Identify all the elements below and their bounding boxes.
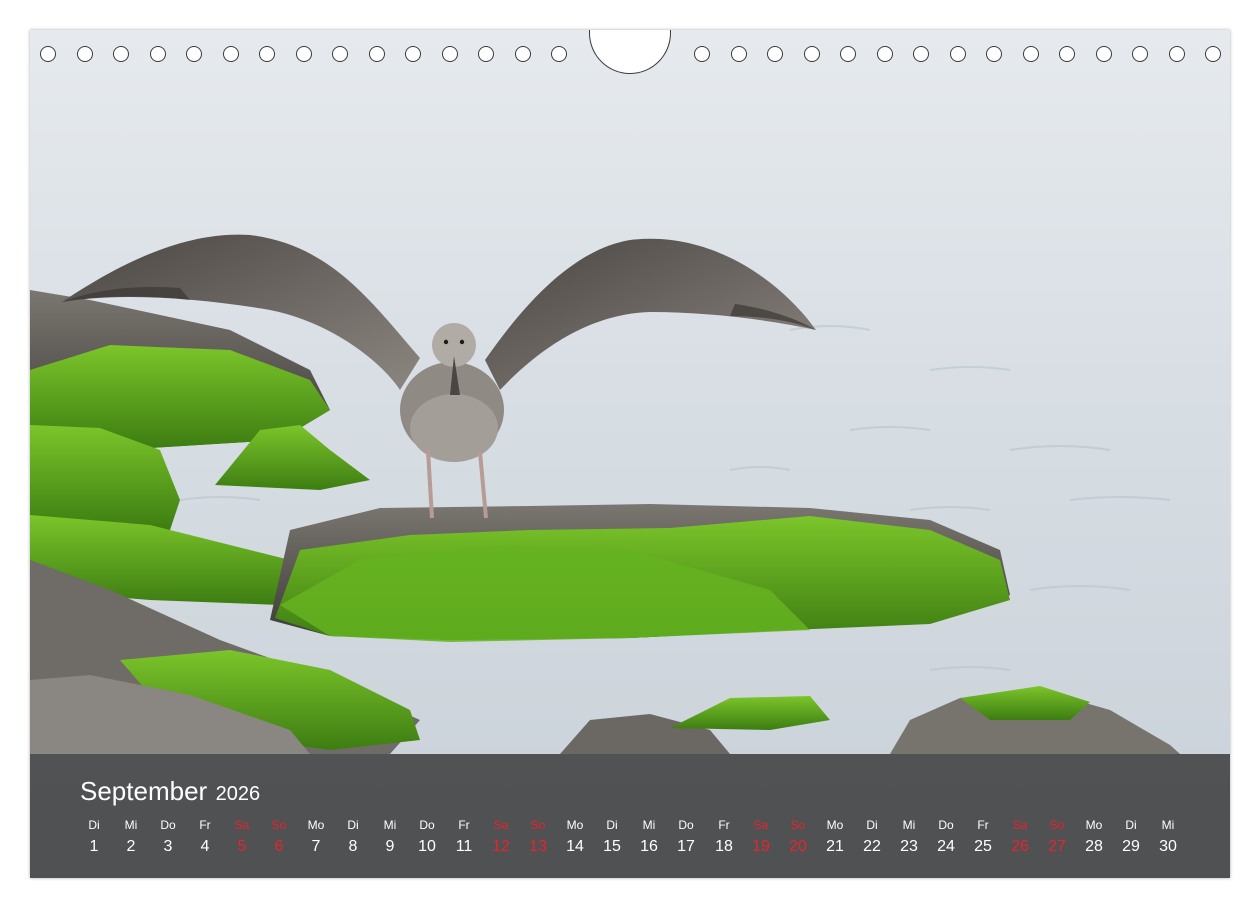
day-number: 20 <box>789 838 807 855</box>
day-number: 29 <box>1122 838 1140 855</box>
day-number: 9 <box>385 838 395 855</box>
day-number: 19 <box>752 838 770 855</box>
day-number: 30 <box>1159 838 1177 855</box>
day-number: 26 <box>1011 838 1029 855</box>
day-number: 16 <box>640 838 658 855</box>
day-number: 15 <box>603 838 621 855</box>
weekday-label: Mo <box>1085 818 1103 832</box>
weekday-label: Sa <box>1012 818 1028 832</box>
day-number: 7 <box>311 838 321 855</box>
day-number: 27 <box>1048 838 1066 855</box>
weekday-label: Fr <box>458 818 470 832</box>
day-number: 6 <box>274 838 284 855</box>
day-number: 2 <box>126 838 136 855</box>
weekday-label: Fr <box>718 818 730 832</box>
day-number: 28 <box>1085 838 1103 855</box>
weekday-label: Sa <box>493 818 509 832</box>
day-number: 10 <box>418 838 436 855</box>
weekday-label: Di <box>347 818 359 832</box>
weekday-label: Fr <box>977 818 989 832</box>
weekday-label: Sa <box>234 818 250 832</box>
weekday-label: Sa <box>753 818 769 832</box>
day-number: 11 <box>455 838 473 855</box>
day-number: 18 <box>715 838 733 855</box>
weekday-label: Fr <box>199 818 211 832</box>
weekday-label: Di <box>1125 818 1137 832</box>
weekday-label: Do <box>419 818 435 832</box>
calendar-page: September 2026 Di 1 Mi 2 Do 3 Fr 4 Sa 5 So 6 Mo 7 Di 8 M… <box>30 30 1230 878</box>
day-number: 13 <box>529 838 547 855</box>
weekday-label: So <box>790 818 806 832</box>
day-number: 8 <box>348 838 358 855</box>
day-number: 24 <box>937 838 955 855</box>
weekday-label: Do <box>938 818 954 832</box>
day-number: 12 <box>492 838 510 855</box>
day-number: 3 <box>163 838 173 855</box>
weekday-label: Mi <box>1161 818 1175 832</box>
calendar-band: September 2026 Di 1 Mi 2 Do 3 Fr 4 Sa 5 So 6 Mo 7 Di 8 M… <box>30 754 1230 878</box>
weekday-label: Mi <box>642 818 656 832</box>
weekday-label: Mo <box>566 818 584 832</box>
weekday-label: Mi <box>124 818 138 832</box>
day-number: 17 <box>677 838 695 855</box>
weekday-label: So <box>530 818 546 832</box>
weekday-label: Mi <box>383 818 397 832</box>
weekday-label: So <box>271 818 287 832</box>
weekday-label: Di <box>606 818 618 832</box>
year: 2026 <box>215 783 261 805</box>
weekday-label: Do <box>678 818 694 832</box>
seagull-photo <box>30 30 1230 878</box>
month-name: September <box>80 776 208 806</box>
day-number: 23 <box>900 838 918 855</box>
weekday-label: Mo <box>826 818 844 832</box>
day-number: 1 <box>89 838 99 855</box>
day-number: 14 <box>566 838 584 855</box>
day-number: 4 <box>200 838 210 855</box>
calendar-title: September 2026 <box>80 776 260 807</box>
day-number: 22 <box>863 838 881 855</box>
weekday-label: Di <box>88 818 100 832</box>
day-number: 5 <box>237 838 247 855</box>
weekday-label: Do <box>160 818 176 832</box>
weekday-label: Mi <box>902 818 916 832</box>
day-number: 25 <box>974 838 992 855</box>
weekday-label: So <box>1049 818 1065 832</box>
day-number: 21 <box>826 838 844 855</box>
weekday-label: Di <box>866 818 878 832</box>
weekday-label: Mo <box>307 818 325 832</box>
